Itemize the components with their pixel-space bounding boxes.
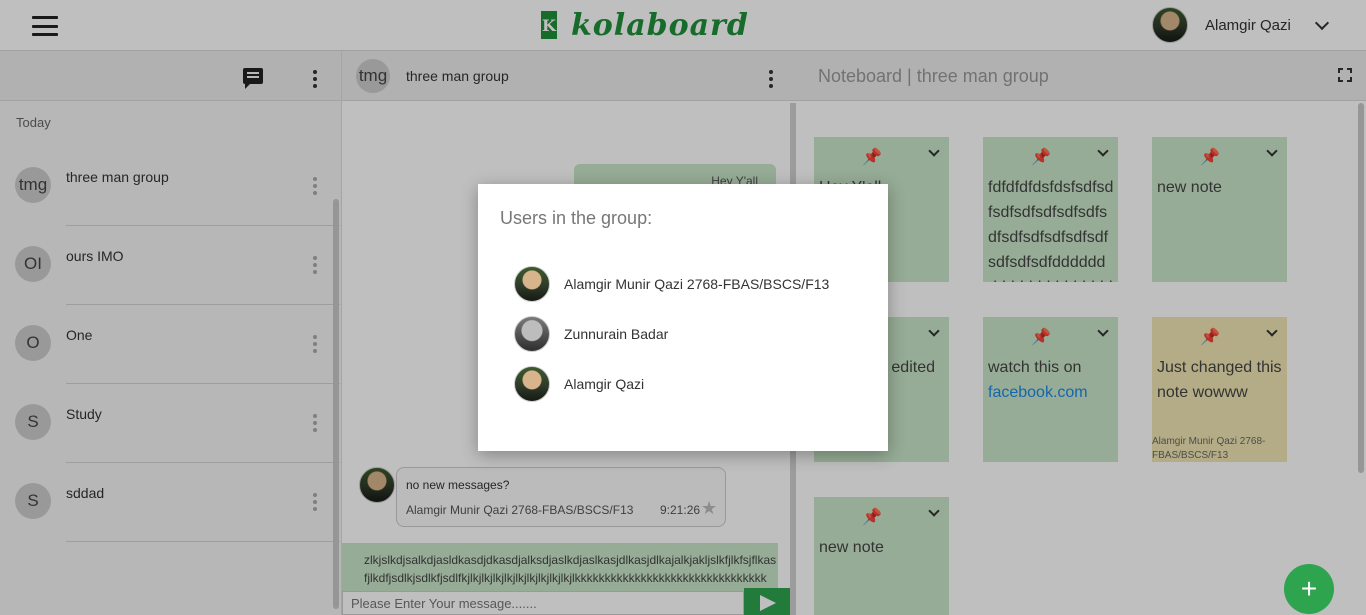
member-item[interactable]: Alamgir Munir Qazi 2768-FBAS/BSCS/F13	[514, 265, 829, 303]
avatar	[514, 266, 550, 302]
member-name: Alamgir Munir Qazi 2768-FBAS/BSCS/F13	[564, 276, 830, 292]
dialog-title: Users in the group:	[500, 208, 653, 228]
member-name: Zunnurain Badar	[564, 326, 669, 342]
member-name: Alamgir Qazi	[564, 376, 645, 392]
add-note-button[interactable]: +	[1284, 564, 1334, 614]
member-item[interactable]: Zunnurain Badar	[514, 315, 668, 353]
avatar	[514, 366, 550, 402]
group-members-dialog: Users in the group: Alamgir Munir Qazi 2…	[478, 184, 888, 451]
member-item[interactable]: Alamgir Qazi	[514, 365, 644, 403]
avatar	[514, 316, 550, 352]
